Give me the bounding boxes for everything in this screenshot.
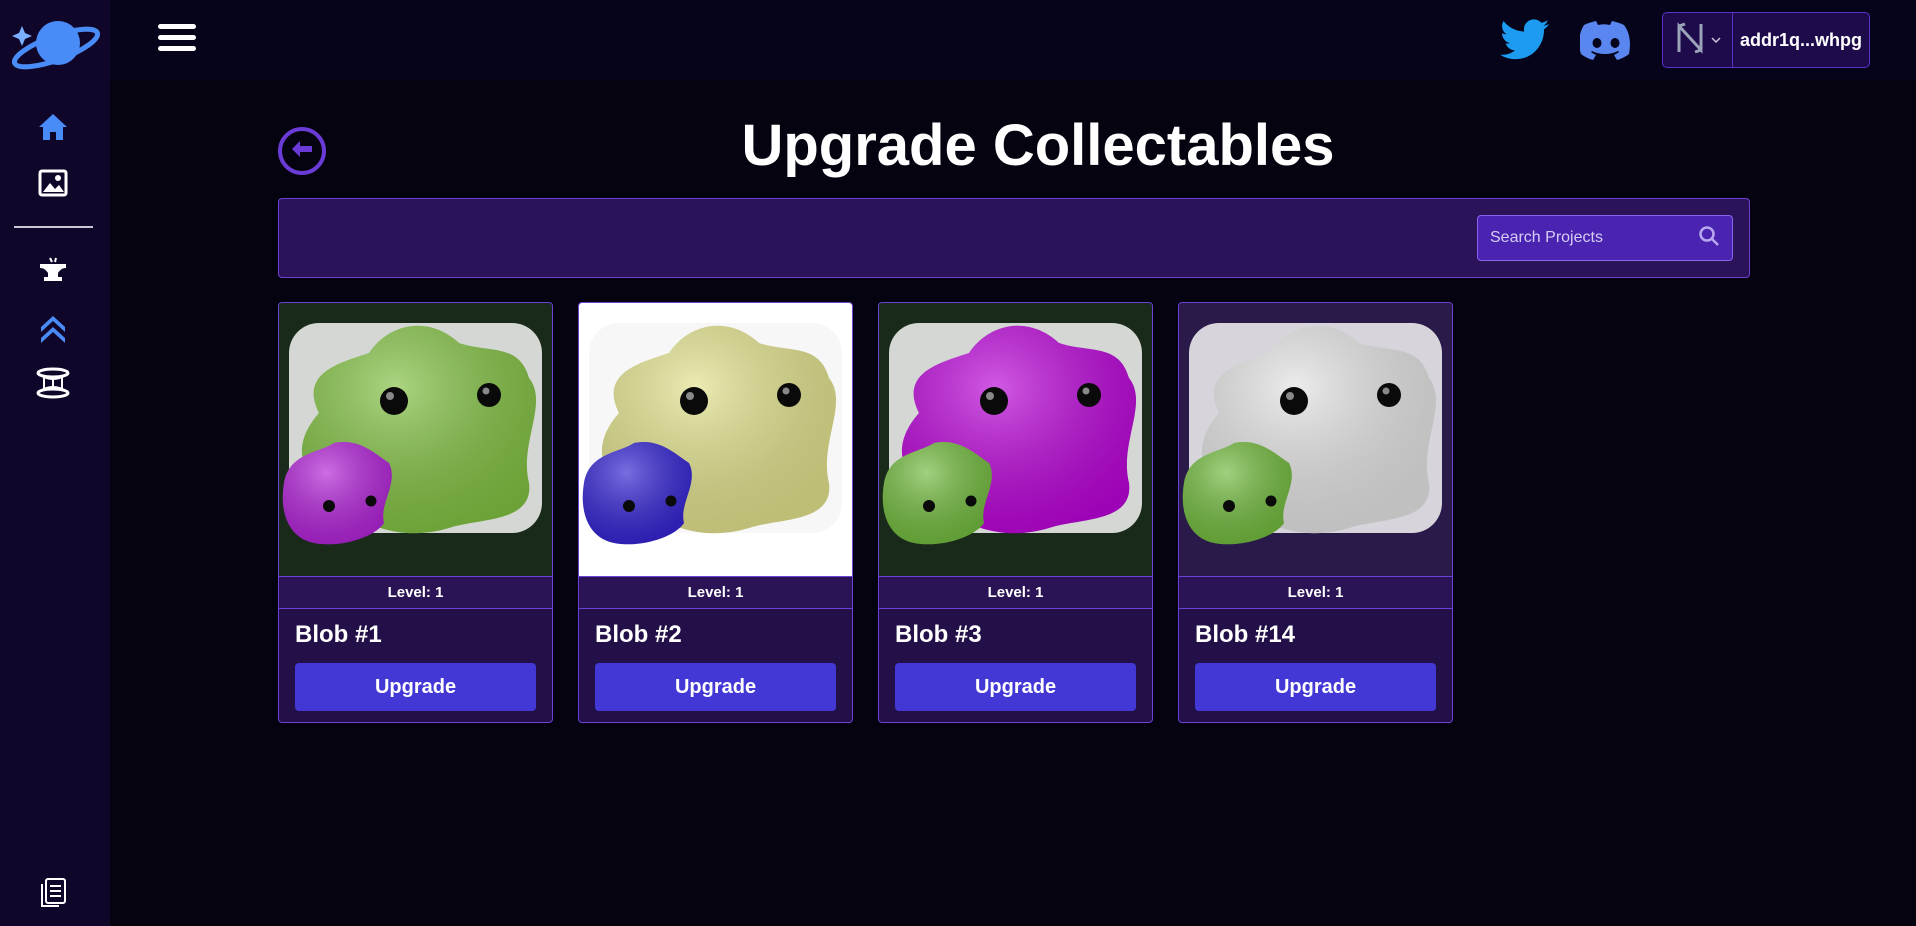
top-bar: [110, 0, 1916, 80]
collectable-name: Blob #3: [895, 621, 982, 648]
sidebar-divider: [14, 226, 93, 228]
collectable-name: Blob #2: [595, 621, 682, 648]
arrow-left-icon: [289, 139, 315, 164]
planet-logo-icon[interactable]: [8, 12, 102, 74]
search-input[interactable]: [1490, 229, 1698, 247]
search-icon[interactable]: [1698, 225, 1720, 252]
level-label: Level: 1: [1179, 576, 1452, 609]
menu-icon[interactable]: [158, 24, 196, 56]
home-icon[interactable]: [36, 110, 70, 144]
documents-icon[interactable]: [36, 876, 70, 910]
upgrade-button[interactable]: Upgrade: [895, 663, 1136, 711]
nami-wallet-icon: [1675, 21, 1705, 59]
collectable-name: Blob #14: [1195, 621, 1296, 648]
page-title: Upgrade Collectables: [741, 113, 1335, 178]
upgrade-chevrons-icon[interactable]: [36, 310, 70, 344]
collectable-image[interactable]: [1179, 303, 1452, 576]
filter-bar: [278, 198, 1750, 278]
wallet-address: addr1q...whpg: [1739, 29, 1862, 50]
collectable-card: Level: 1 Blob #3 Upgrade: [878, 302, 1153, 723]
back-button[interactable]: [278, 127, 326, 175]
upgrade-button[interactable]: Upgrade: [295, 663, 536, 711]
level-label: Level: 1: [279, 576, 552, 609]
wallet-connect-button[interactable]: addr1q...whpg: [1662, 12, 1870, 68]
portal-icon[interactable]: [36, 366, 70, 400]
collectables-grid: Level: 1 Blob #1 Upgrade Level: 1 Blob #…: [278, 302, 1453, 723]
upgrade-button[interactable]: Upgrade: [1195, 663, 1436, 711]
chevron-down-icon: [1710, 31, 1721, 49]
sidebar: [0, 0, 110, 926]
collectable-card: Level: 1 Blob #14 Upgrade: [1178, 302, 1453, 723]
gallery-icon[interactable]: [36, 166, 70, 200]
level-label: Level: 1: [879, 576, 1152, 609]
level-label: Level: 1: [579, 576, 852, 609]
anvil-icon[interactable]: [36, 254, 70, 288]
collectable-card: Level: 1 Blob #1 Upgrade: [278, 302, 553, 723]
collectable-image[interactable]: [579, 303, 852, 576]
collectable-card: Level: 1 Blob #2 Upgrade: [578, 302, 853, 723]
collectable-image[interactable]: [879, 303, 1152, 576]
wallet-selector[interactable]: [1663, 13, 1733, 67]
search-box[interactable]: [1477, 215, 1733, 261]
collectable-image[interactable]: [279, 303, 552, 576]
discord-icon[interactable]: [1579, 20, 1632, 62]
twitter-icon[interactable]: [1500, 18, 1550, 62]
collectable-name: Blob #1: [295, 621, 382, 648]
upgrade-button[interactable]: Upgrade: [595, 663, 836, 711]
